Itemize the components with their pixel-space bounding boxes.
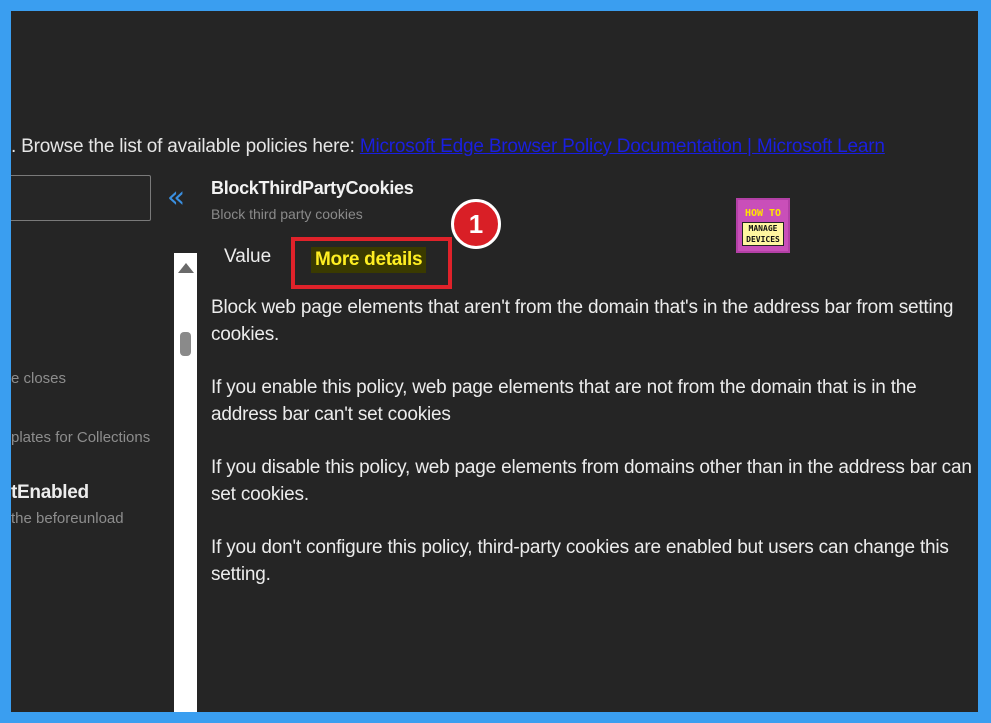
logo-line-3: DEVICES [746, 235, 780, 244]
collapse-panel-button[interactable]: « [161, 181, 191, 215]
details-paragraph: If you don't configure this policy, thir… [211, 537, 949, 585]
details-paragraph: If you disable this policy, web page ele… [211, 457, 972, 505]
how-to-manage-devices-logo: HOW TO MANAGE DEVICES [736, 198, 790, 253]
details-paragraph: Block web page elements that aren't from… [211, 297, 954, 345]
logo-line-2: MANAGE [748, 224, 778, 233]
policy-documentation-link[interactable]: Microsoft Edge Browser Policy Documentat… [360, 136, 885, 157]
scroll-thumb[interactable] [180, 332, 191, 356]
sidebar-item-description[interactable]: e closes [11, 370, 66, 387]
tab-more-details[interactable]: More details [291, 237, 452, 289]
policy-subtitle: Block third party cookies [211, 206, 363, 222]
search-input[interactable] [11, 175, 151, 221]
step-number-badge: 1 [451, 199, 501, 249]
sidebar-item-title[interactable]: tEnabled [11, 482, 89, 504]
policy-title: BlockThirdPartyCookies [211, 178, 414, 198]
sidebar-item-description[interactable]: the beforeunload [11, 510, 124, 527]
browse-text: . Browse the list of available policies … [11, 136, 360, 157]
logo-line-1: HOW TO [744, 208, 782, 219]
logo-box: MANAGE DEVICES [742, 222, 784, 246]
details-paragraph: If you enable this policy, web page elem… [211, 377, 917, 425]
policy-details: Block web page elements that aren't from… [211, 294, 978, 614]
scroll-up-arrow-icon[interactable] [178, 263, 194, 273]
tab-value[interactable]: Value [224, 246, 271, 268]
tab-more-details-label: More details [311, 247, 427, 273]
policy-panel: . Browse the list of available policies … [11, 11, 978, 712]
scrollbar[interactable] [174, 253, 197, 712]
sidebar-item-description[interactable]: plates for Collections [11, 429, 150, 446]
policy-browse-line: . Browse the list of available policies … [11, 136, 885, 158]
